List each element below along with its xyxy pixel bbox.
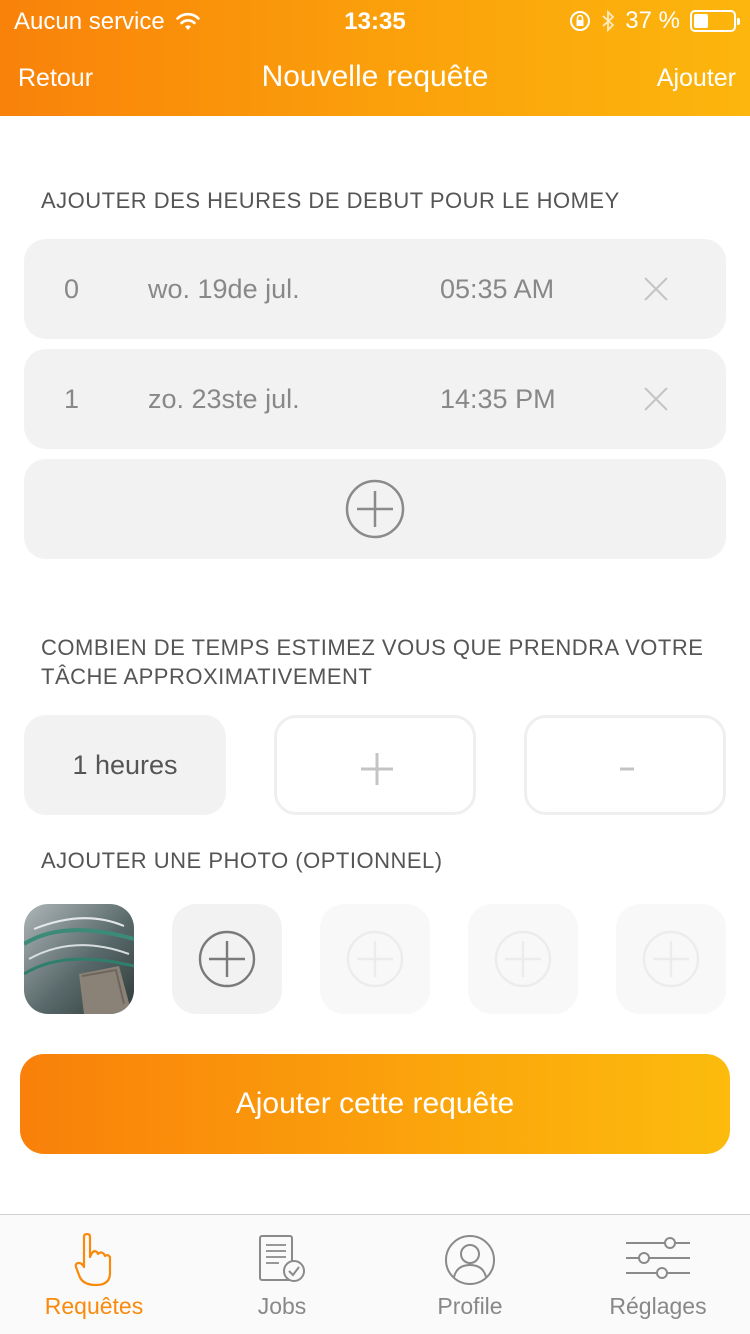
tab-label: Requêtes xyxy=(44,1293,144,1319)
minus-icon xyxy=(620,767,634,771)
add-circle-icon xyxy=(346,930,404,988)
pointing-hand-icon xyxy=(74,1233,112,1287)
photo-thumbnail[interactable] xyxy=(24,904,134,1014)
plus-icon xyxy=(361,753,393,785)
header-bar: Aucun service 13:35 37 % Retour Nouvelle… xyxy=(0,0,750,116)
decrement-button[interactable] xyxy=(524,715,726,815)
add-circle-icon xyxy=(198,930,256,988)
photo-slot-disabled xyxy=(320,904,430,1014)
tab-jobs[interactable]: Jobs xyxy=(188,1215,376,1334)
user-circle-icon xyxy=(445,1235,495,1285)
nav-bar: Retour Nouvelle requête Ajouter xyxy=(0,40,750,116)
add-circle-icon xyxy=(494,930,552,988)
start-time-row[interactable]: 0 wo. 19de jul. 05:35 AM xyxy=(24,239,726,339)
battery-percent: 37 % xyxy=(625,7,680,34)
add-photo-button[interactable] xyxy=(172,904,282,1014)
add-button[interactable]: Ajouter xyxy=(657,64,736,93)
tab-label: Réglages xyxy=(609,1293,707,1319)
photo-image xyxy=(24,904,134,1014)
start-time-time: 05:35 AM xyxy=(440,274,555,304)
tab-bar: Requêtes Jobs Profile Réglages xyxy=(0,1214,750,1334)
tab-label: Profile xyxy=(437,1293,503,1319)
bluetooth-icon xyxy=(602,9,615,33)
remove-icon[interactable] xyxy=(642,275,670,303)
submit-request-button[interactable]: Ajouter cette requête xyxy=(20,1054,730,1154)
duration-value: 1 heures xyxy=(24,715,226,815)
increment-button[interactable] xyxy=(274,715,476,815)
page-title: Nouvelle requête xyxy=(261,60,489,93)
start-time-date: wo. 19de jul. xyxy=(148,274,300,304)
status-bar: Aucun service 13:35 37 % xyxy=(0,0,750,40)
start-time-index: 0 xyxy=(64,274,80,304)
battery-icon xyxy=(690,10,740,32)
add-circle-icon xyxy=(642,930,700,988)
tab-requetes[interactable]: Requêtes xyxy=(0,1215,188,1334)
photo-title: AJOUTER UNE PHOTO (OPTIONNEL) xyxy=(41,848,443,873)
start-time-index: 1 xyxy=(64,384,80,414)
start-times-title: AJOUTER DES HEURES DE DEBUT POUR LE HOME… xyxy=(41,188,620,213)
add-start-time-button[interactable] xyxy=(24,459,726,559)
start-time-time: 14:35 PM xyxy=(440,384,556,414)
start-time-row[interactable]: 1 zo. 23ste jul. 14:35 PM xyxy=(24,349,726,449)
remove-icon[interactable] xyxy=(642,385,670,413)
document-check-icon xyxy=(259,1235,305,1282)
add-circle-icon xyxy=(345,479,405,539)
status-right: 37 % xyxy=(569,7,740,35)
duration-title: COMBIEN DE TEMPS ESTIMEZ VOUS QUE PRENDR… xyxy=(41,635,704,689)
photo-slot-disabled xyxy=(468,904,578,1014)
tab-profile[interactable]: Profile xyxy=(376,1215,564,1334)
tab-label: Jobs xyxy=(257,1293,307,1319)
tab-reglages[interactable]: Réglages xyxy=(564,1215,750,1334)
sliders-icon xyxy=(626,1237,690,1279)
orientation-lock-icon xyxy=(570,11,591,31)
photo-slot-disabled xyxy=(616,904,726,1014)
start-time-date: zo. 23ste jul. xyxy=(148,384,300,414)
